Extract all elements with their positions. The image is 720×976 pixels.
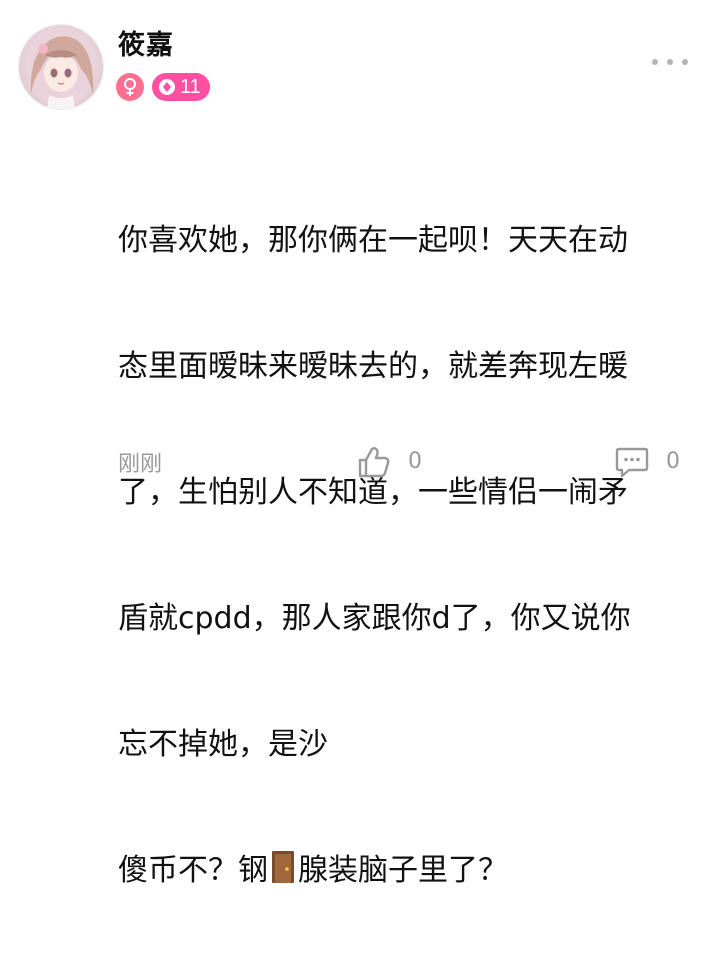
- post-line: 你喜欢她，那你俩在一起呗！天天在动: [118, 223, 628, 258]
- more-dot-icon: [652, 59, 658, 65]
- comment-button[interactable]: 0: [614, 444, 680, 480]
- post-text-before-emoji: 傻币不？钢: [118, 853, 268, 888]
- comment-count: 0: [666, 449, 680, 474]
- avatar[interactable]: [18, 24, 104, 110]
- anime-girl-avatar-image: [27, 31, 95, 109]
- comment-icon: [615, 447, 649, 478]
- post-line: 忘不掉她，是沙: [118, 727, 328, 762]
- post-card: 筱嘉 11 你喜欢她，那你俩在一起呗！天天在动 态里面暧昧来暧昧去的，就差奔现左…: [0, 0, 720, 888]
- more-dot-icon: [682, 59, 688, 65]
- more-dot-icon: [667, 59, 673, 65]
- level-number: 11: [180, 76, 201, 98]
- post-line-last: 傻币不？钢 腺装脑子里了？: [118, 850, 678, 892]
- post-line: 态里面暧昧来暧昧去的，就差奔现左暖: [118, 349, 628, 384]
- post-timestamp: 刚刚: [118, 452, 163, 477]
- user-badges: 11: [116, 73, 210, 101]
- post-text-after-emoji: 腺装脑子里了？: [298, 853, 508, 888]
- post-content: 你喜欢她，那你俩在一起呗！天天在动 态里面暧昧来暧昧去的，就差奔现左暖 了，生怕…: [118, 136, 678, 976]
- like-count: 0: [408, 449, 422, 474]
- post-line: 盾就cpdd，那人家跟你d了，你又说你: [118, 601, 631, 636]
- door-icon: [272, 851, 294, 883]
- more-options-button[interactable]: [652, 52, 688, 72]
- post-footer: 刚刚 0 0: [0, 440, 720, 490]
- username[interactable]: 筱嘉: [118, 28, 174, 64]
- thumbs-up-icon: [358, 447, 390, 478]
- like-button[interactable]: 0: [356, 444, 422, 480]
- level-badge: 11: [152, 73, 210, 101]
- female-icon: [116, 73, 144, 101]
- diamond-icon: [159, 79, 175, 95]
